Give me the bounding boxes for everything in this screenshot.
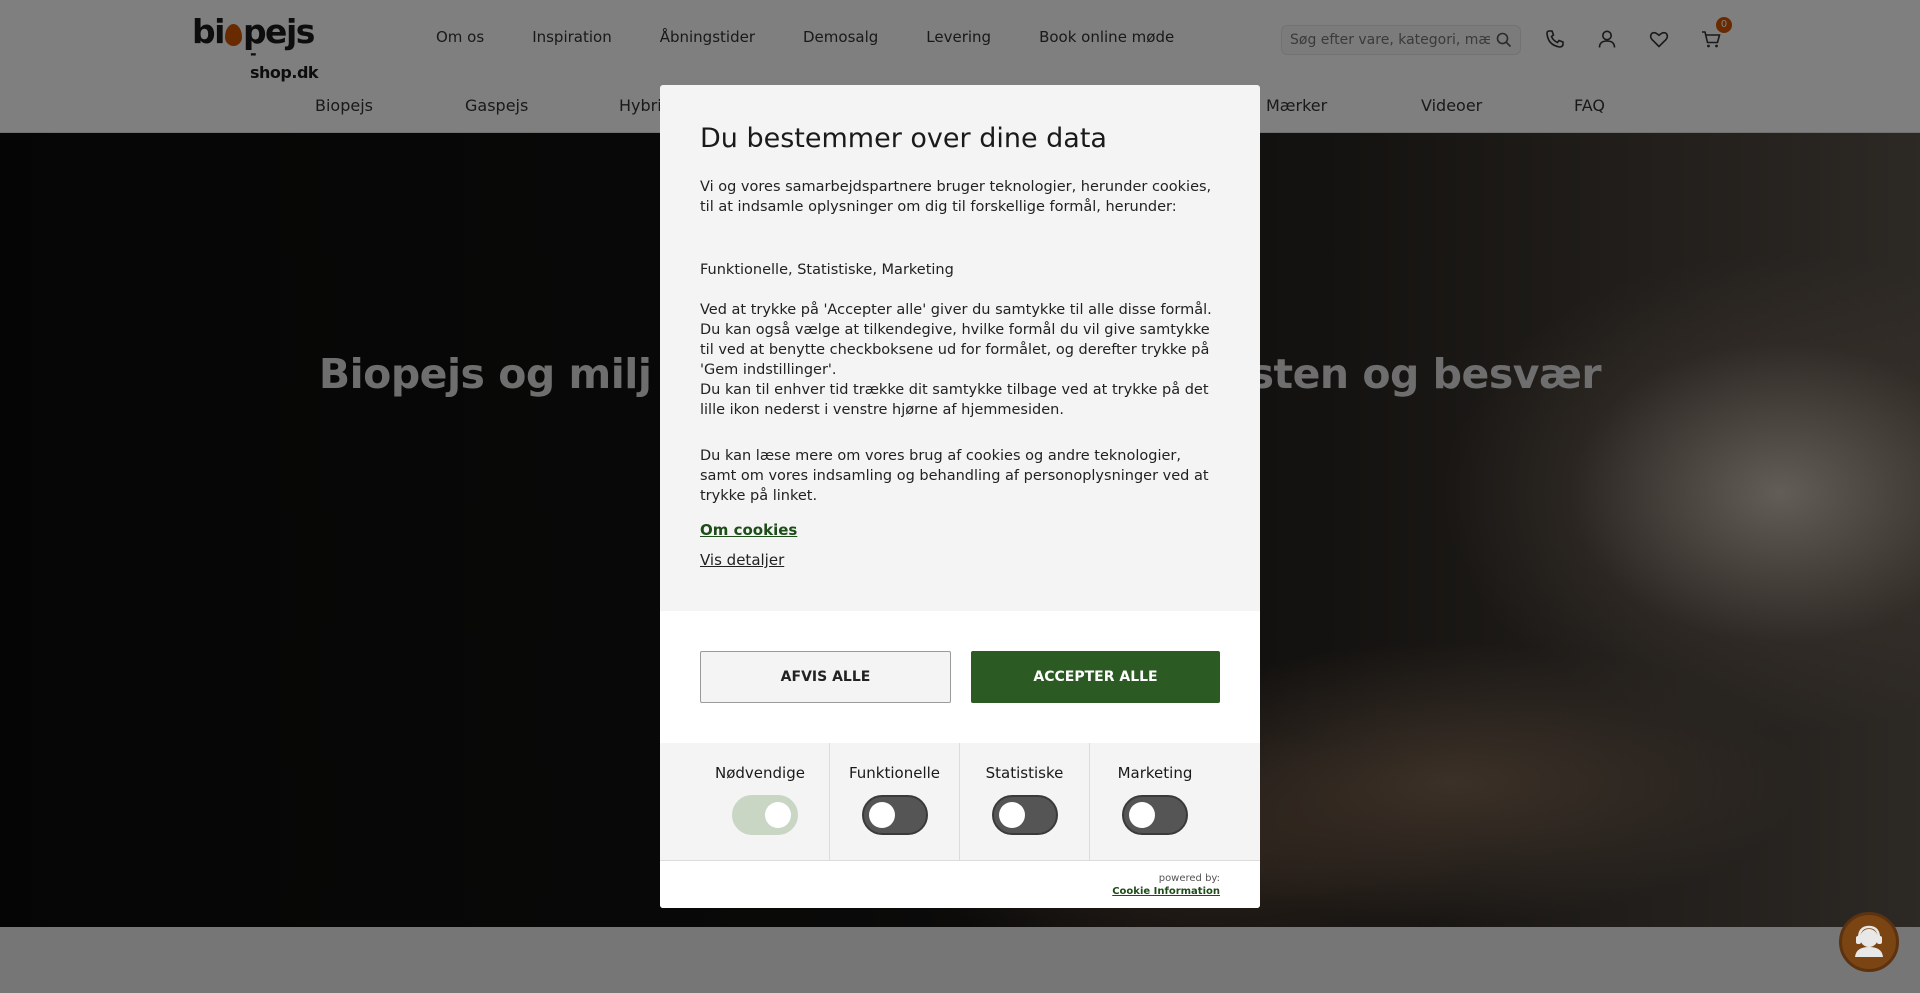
cookie-intro-text: Vi og vores samarbejdspartnere bruger te… bbox=[700, 179, 1212, 215]
toggle-knob bbox=[999, 802, 1025, 828]
marketing-toggle[interactable] bbox=[1122, 795, 1188, 835]
toggle-label-statistics: Statistiske bbox=[985, 764, 1064, 782]
cookie-information-link[interactable]: Cookie Information bbox=[1112, 886, 1220, 897]
toggle-knob bbox=[765, 802, 791, 828]
cookie-consent-text-1: Ved at trykke på 'Accepter alle' giver d… bbox=[700, 302, 1212, 378]
cookie-consent-dialog: Du bestemmer over dine data Vi og vores … bbox=[660, 85, 1260, 908]
toggle-group-necessary: Nødvendige bbox=[660, 743, 830, 861]
cookie-category-toggles: Nødvendige Funktionelle Statistiske Mark… bbox=[660, 743, 1260, 861]
functional-toggle[interactable] bbox=[862, 795, 928, 835]
cookie-dialog-title: Du bestemmer over dine data bbox=[700, 123, 1107, 154]
toggle-group-marketing: Marketing bbox=[1090, 743, 1260, 861]
toggle-knob bbox=[1129, 802, 1155, 828]
toggle-knob bbox=[869, 802, 895, 828]
toggle-group-functional: Funktionelle bbox=[830, 743, 960, 861]
powered-by-footer: powered by: Cookie Information bbox=[660, 861, 1260, 908]
toggle-group-statistics: Statistiske bbox=[960, 743, 1090, 861]
cookie-purposes-text: Funktionelle, Statistiske, Marketing bbox=[700, 262, 954, 278]
toggle-label-functional: Funktionelle bbox=[848, 764, 941, 782]
chat-agent-icon bbox=[1855, 925, 1883, 957]
cookie-read-more-text: Du kan læse mere om vores brug af cookie… bbox=[700, 448, 1209, 504]
cookie-button-area: AFVIS ALLE ACCEPTER ALLE bbox=[660, 611, 1260, 743]
necessary-toggle bbox=[732, 795, 798, 835]
chat-support-button[interactable] bbox=[1839, 912, 1899, 972]
about-cookies-link[interactable]: Om cookies bbox=[700, 521, 797, 539]
toggle-label-marketing: Marketing bbox=[1117, 764, 1193, 782]
cookie-consent-text-2: Du kan til enhver tid trække dit samtykk… bbox=[700, 382, 1209, 418]
accept-all-button[interactable]: ACCEPTER ALLE bbox=[971, 651, 1220, 703]
statistics-toggle[interactable] bbox=[992, 795, 1058, 835]
show-details-link[interactable]: Vis detaljer bbox=[700, 551, 784, 569]
toggle-label-necessary: Nødvendige bbox=[715, 764, 805, 782]
powered-by-label: powered by: bbox=[1158, 873, 1220, 884]
reject-all-button[interactable]: AFVIS ALLE bbox=[700, 651, 951, 703]
